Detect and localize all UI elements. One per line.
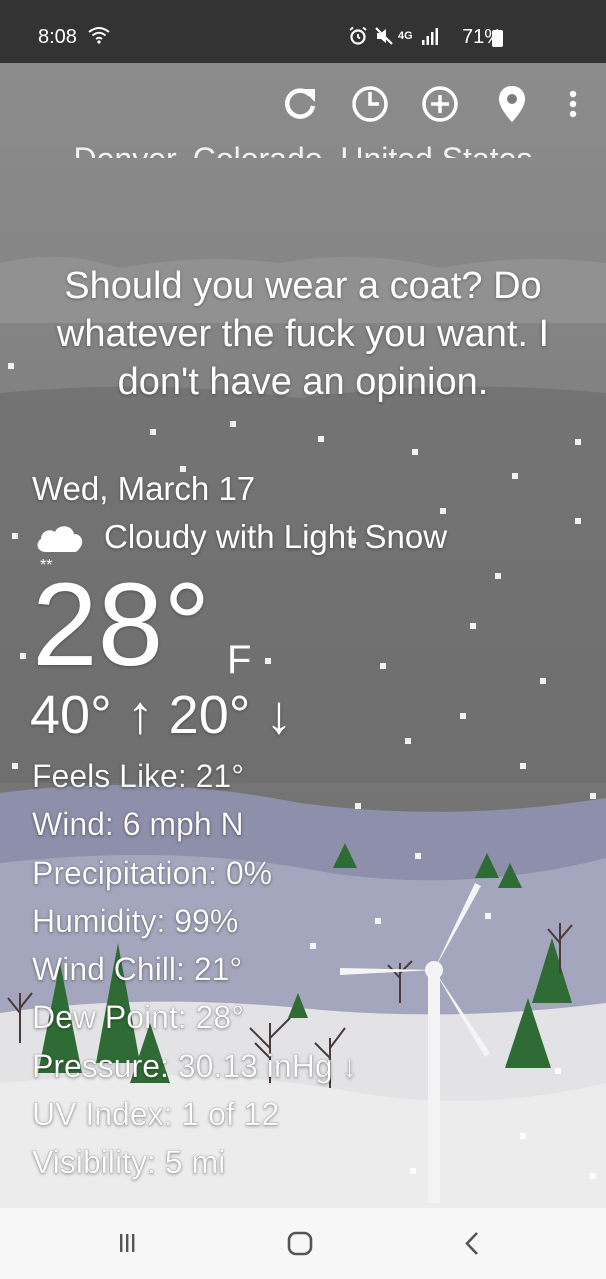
alarm-icon xyxy=(348,26,368,52)
system-nav-bar xyxy=(0,1208,606,1279)
temperature-unit[interactable]: F xyxy=(227,638,251,683)
history-icon[interactable] xyxy=(348,82,392,126)
forecast-date: Wed, March 17 xyxy=(32,470,256,507)
uv-index: UV Index: 1 of 12 xyxy=(32,1096,280,1133)
high-low-temperature: 40° ↑ 20° ↓ xyxy=(30,685,293,745)
more-vert-icon[interactable] xyxy=(558,82,588,126)
pressure: Pressure: 30.13 inHg ↓ xyxy=(32,1047,358,1084)
humidity: Humidity: 99% xyxy=(32,902,239,939)
battery-icon xyxy=(492,30,503,47)
signal-icon: 4G xyxy=(398,26,440,52)
visibility: Visibility: 5 mi xyxy=(32,1144,226,1181)
current-temperature: 28° xyxy=(32,559,211,691)
svg-text:4G: 4G xyxy=(398,30,413,42)
weather-details: Feels Like: 21° Wind: 6 mph N Precipitat… xyxy=(32,756,358,1191)
dew-point: Dew Point: 28° xyxy=(32,999,245,1036)
precipitation: Precipitation: 0% xyxy=(32,854,273,891)
feels-like: Feels Like: 21° xyxy=(32,758,245,794)
status-bar: 8:08 4G 71% xyxy=(0,0,606,63)
weather-condition: Cloudy with Light Snow xyxy=(104,518,448,555)
home-icon[interactable] xyxy=(280,1230,320,1258)
location-pin-icon[interactable] xyxy=(490,82,534,126)
snark-message: Should you wear a coat? Do whatever the … xyxy=(56,265,550,403)
status-time: 8:08 xyxy=(38,26,77,48)
recents-icon[interactable] xyxy=(107,1230,147,1258)
wind: Wind: 6 mph N xyxy=(32,806,244,843)
back-icon[interactable] xyxy=(453,1230,493,1258)
refresh-icon[interactable] xyxy=(278,82,322,126)
wind-chill: Wind Chill: 21° xyxy=(32,951,243,988)
mute-icon xyxy=(374,26,394,52)
location-name[interactable]: Denver, Colorado, United States xyxy=(0,124,606,158)
add-location-icon[interactable] xyxy=(418,82,462,126)
wifi-icon xyxy=(88,26,110,50)
